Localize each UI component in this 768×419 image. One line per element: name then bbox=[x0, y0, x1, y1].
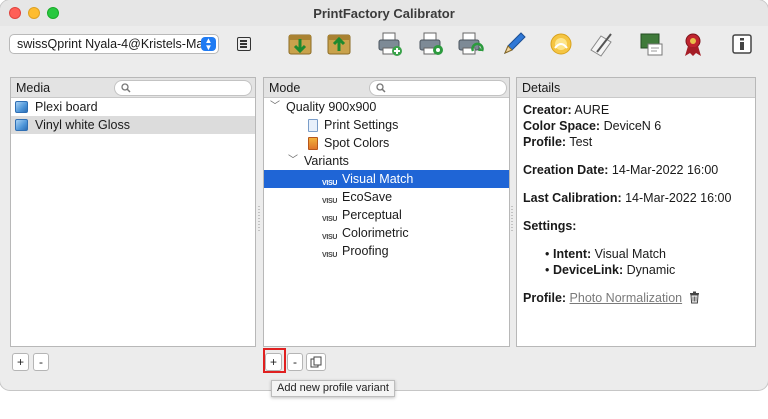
titlebar: PrintFactory Calibrator bbox=[0, 0, 768, 26]
media-item-label: Vinyl white Gloss bbox=[35, 118, 130, 132]
document-icon bbox=[308, 119, 318, 132]
details-header-label: Details bbox=[522, 81, 561, 95]
mode-panel: Mode ﹀ Quality 900x900 Print Settings Sp… bbox=[263, 77, 510, 347]
variant-label: EcoSave bbox=[342, 190, 393, 204]
media-panel: Media Plexi board Vinyl white Gloss bbox=[10, 77, 256, 347]
media-panel-header: Media bbox=[11, 78, 255, 98]
detail-color-space: Color Space: DeviceN 6 bbox=[523, 119, 662, 133]
details-panel-header: Details bbox=[517, 78, 755, 98]
variant-label: Proofing bbox=[342, 244, 389, 258]
search-icon bbox=[121, 83, 131, 93]
printer-add-icon[interactable] bbox=[376, 30, 404, 58]
highlight-annotation-box bbox=[263, 348, 286, 373]
settings-list: Intent: Visual Match DeviceLink: Dynamic bbox=[523, 246, 749, 278]
tooltip: Add new profile variant bbox=[271, 380, 395, 397]
variant-item-ecosave[interactable]: VISU EcoSave bbox=[264, 188, 509, 206]
media-item-vinyl-white-gloss[interactable]: Vinyl white Gloss bbox=[11, 116, 255, 134]
tree-item-label: Spot Colors bbox=[324, 136, 390, 150]
tree-item-label: Variants bbox=[304, 154, 349, 168]
trash-icon[interactable] bbox=[689, 291, 700, 304]
toolbar: swissQprint Nyala-4@Kristels-Mac ▲ ▼ bbox=[0, 26, 768, 66]
detail-settings: Settings: bbox=[523, 219, 577, 233]
media-search-input[interactable] bbox=[114, 80, 252, 96]
variant-label: Colorimetric bbox=[342, 226, 409, 240]
details-body: Creator: AURE Color Space: DeviceN 6 Pro… bbox=[517, 98, 755, 310]
variant-item-proofing[interactable]: VISU Proofing bbox=[264, 242, 509, 260]
detail-last-calibration: Last Calibration: 14-Mar-2022 16:00 bbox=[523, 191, 732, 205]
app-window: PrintFactory Calibrator swissQprint Nyal… bbox=[0, 0, 768, 390]
media-header-label: Media bbox=[16, 81, 51, 95]
info-icon[interactable] bbox=[728, 30, 756, 58]
setting-devicelink: DeviceLink: Dynamic bbox=[545, 262, 749, 278]
tree-item-label: Print Settings bbox=[324, 118, 399, 132]
media-icon bbox=[15, 101, 28, 113]
sun-icon[interactable] bbox=[547, 30, 575, 58]
detail-profile: Profile: Test bbox=[523, 135, 593, 149]
variant-item-visual-match[interactable]: VISU Visual Match bbox=[264, 170, 509, 188]
mode-header-label: Mode bbox=[269, 81, 301, 95]
detail-creation-date: Creation Date: 14-Mar-2022 16:00 bbox=[523, 163, 719, 177]
duplicate-variant-button[interactable] bbox=[306, 353, 326, 371]
printer-select-value: swissQprint Nyala-4@Kristels-Mac bbox=[17, 37, 210, 51]
screen-export-icon[interactable] bbox=[638, 30, 666, 58]
media-icon bbox=[15, 119, 28, 131]
paper-edit-icon[interactable] bbox=[587, 30, 615, 58]
variant-label: Visual Match bbox=[342, 172, 414, 186]
import-icon[interactable] bbox=[325, 30, 353, 58]
chevron-down-icon[interactable]: ﹀ bbox=[288, 152, 298, 170]
mode-search-input[interactable] bbox=[369, 80, 507, 96]
list-view-icon[interactable] bbox=[237, 37, 251, 51]
export-icon[interactable] bbox=[286, 30, 314, 58]
printer-select[interactable]: swissQprint Nyala-4@Kristels-Mac ▲ ▼ bbox=[9, 34, 219, 54]
tree-item-variants[interactable]: ﹀ Variants bbox=[264, 152, 509, 170]
tree-item-print-settings[interactable]: Print Settings bbox=[264, 116, 509, 134]
search-icon bbox=[376, 83, 386, 93]
setting-intent: Intent: Visual Match bbox=[545, 246, 749, 262]
chevron-down-icon[interactable]: ﹀ bbox=[270, 98, 280, 116]
details-panel: Details Creator: AURE Color Space: Devic… bbox=[516, 77, 756, 347]
remove-media-button[interactable]: - bbox=[33, 353, 49, 371]
chevron-updown-icon: ▲ ▼ bbox=[201, 37, 216, 52]
spot-colors-icon bbox=[308, 137, 318, 150]
tree-item-quality[interactable]: ﹀ Quality 900x900 bbox=[264, 98, 509, 116]
variant-item-colorimetric[interactable]: VISU Colorimetric bbox=[264, 224, 509, 242]
printer-refresh-icon[interactable] bbox=[456, 30, 484, 58]
remove-profile-variant-button[interactable]: - bbox=[287, 353, 303, 371]
printer-settings-icon[interactable] bbox=[417, 30, 445, 58]
splitter-handle[interactable] bbox=[511, 205, 513, 233]
detail-creator: Creator: AURE bbox=[523, 103, 610, 117]
variant-label: Perceptual bbox=[342, 208, 402, 222]
ribbon-award-icon[interactable] bbox=[679, 30, 707, 58]
pencil-icon[interactable] bbox=[500, 30, 528, 58]
duplicate-icon bbox=[310, 356, 322, 368]
detail-profile-link: Profile: Photo Normalization bbox=[523, 290, 749, 306]
add-media-button[interactable]: + bbox=[12, 353, 29, 371]
tree-item-spot-colors[interactable]: Spot Colors bbox=[264, 134, 509, 152]
mode-panel-header: Mode bbox=[264, 78, 509, 98]
splitter-handle[interactable] bbox=[258, 205, 260, 233]
media-item-plexi-board[interactable]: Plexi board bbox=[11, 98, 255, 116]
variant-item-perceptual[interactable]: VISU Perceptual bbox=[264, 206, 509, 224]
media-item-label: Plexi board bbox=[35, 100, 98, 114]
window-title: PrintFactory Calibrator bbox=[313, 6, 455, 21]
tree-item-label: Quality 900x900 bbox=[286, 100, 377, 114]
visu-badge-icon: VISU bbox=[322, 252, 338, 259]
profile-link[interactable]: Photo Normalization bbox=[570, 291, 683, 305]
